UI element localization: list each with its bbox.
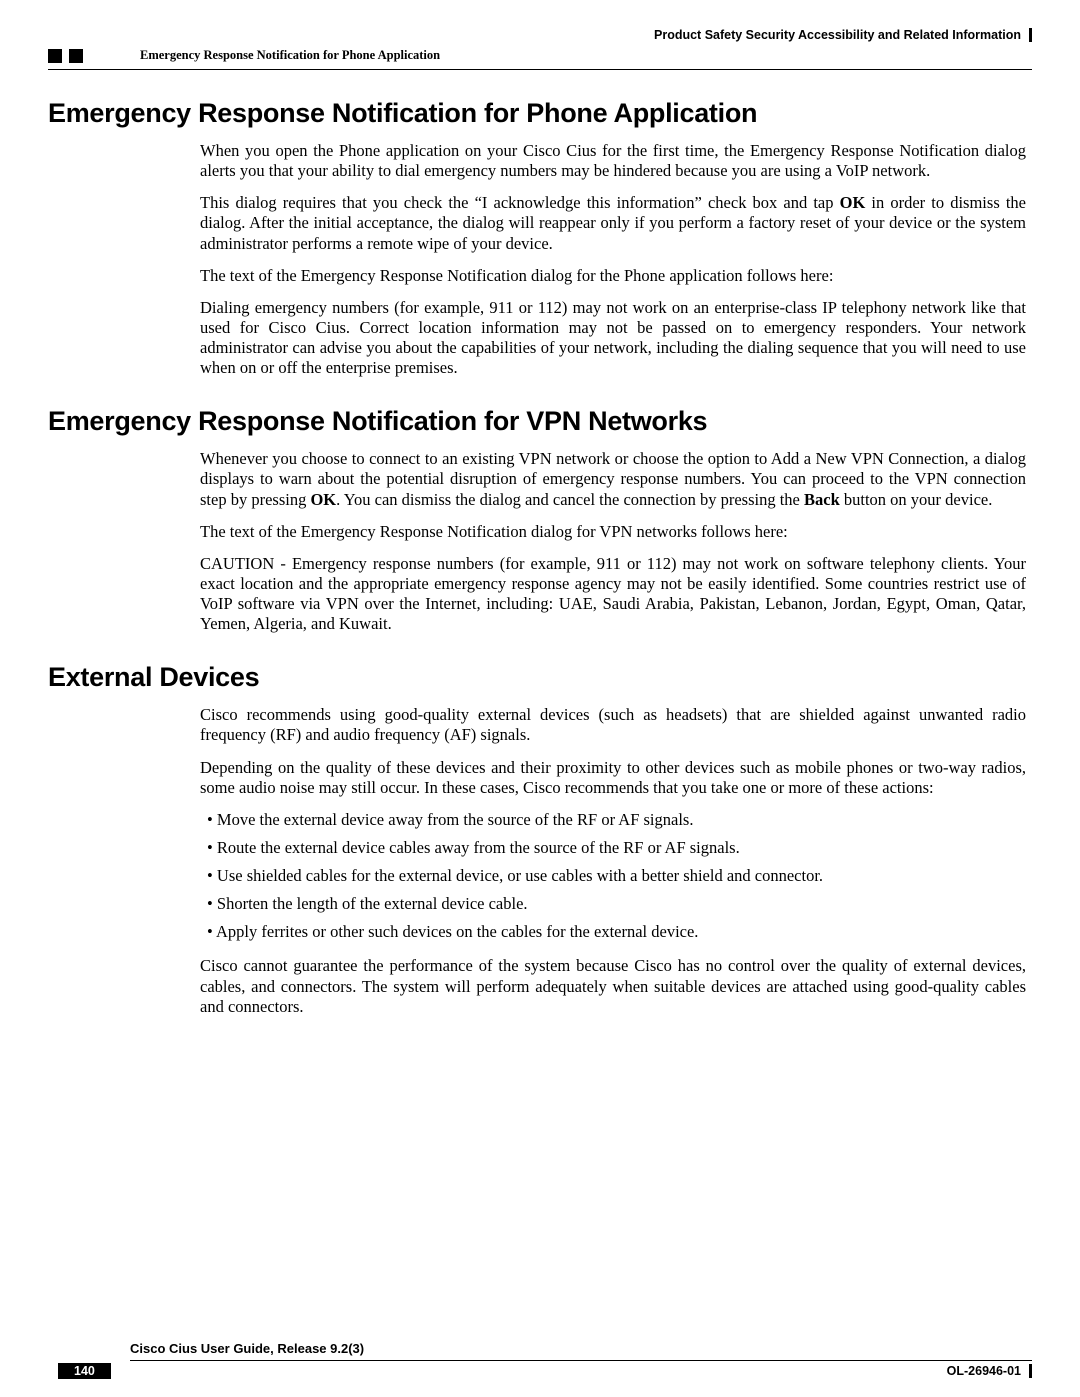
section-phone: Emergency Response Notification for Phon… bbox=[48, 98, 1032, 378]
header-section-title: Emergency Response Notification for Phon… bbox=[140, 48, 440, 63]
section-external-devices: External Devices Cisco recommends using … bbox=[48, 662, 1032, 1017]
body-vpn: Whenever you choose to connect to an exi… bbox=[200, 449, 1026, 634]
list-item: Shorten the length of the external devic… bbox=[218, 894, 1026, 914]
paragraph: Cisco recommends using good-quality exte… bbox=[200, 705, 1026, 745]
running-header: Product Safety Security Accessibility an… bbox=[48, 28, 1032, 42]
heading-phone: Emergency Response Notification for Phon… bbox=[48, 98, 1032, 129]
doc-id: OL-26946-01 bbox=[947, 1364, 1032, 1378]
list-item: Use shielded cables for the external dev… bbox=[218, 866, 1026, 886]
page-number: 140 bbox=[58, 1363, 111, 1379]
paragraph: Dialing emergency numbers (for example, … bbox=[200, 298, 1026, 379]
heading-external: External Devices bbox=[48, 662, 1032, 693]
list-item: Move the external device away from the s… bbox=[218, 810, 1026, 830]
black-square-icon bbox=[48, 49, 62, 63]
paragraph: Whenever you choose to connect to an exi… bbox=[200, 449, 1026, 509]
footer-guide-title: Cisco Cius User Guide, Release 9.2(3) bbox=[130, 1341, 364, 1356]
paragraph: CAUTION - Emergency response numbers (fo… bbox=[200, 554, 1026, 635]
paragraph: This dialog requires that you check the … bbox=[200, 193, 1026, 253]
list-item: Apply ferrites or other such devices on … bbox=[218, 922, 1026, 942]
body-phone: When you open the Phone application on y… bbox=[200, 141, 1026, 378]
bullet-list: Move the external device away from the s… bbox=[200, 810, 1026, 943]
paragraph: The text of the Emergency Response Notif… bbox=[200, 522, 1026, 542]
heading-vpn: Emergency Response Notification for VPN … bbox=[48, 406, 1032, 437]
paragraph: Depending on the quality of these device… bbox=[200, 758, 1026, 798]
section-vpn: Emergency Response Notification for VPN … bbox=[48, 406, 1032, 634]
page-footer: Cisco Cius User Guide, Release 9.2(3) 14… bbox=[48, 1340, 1032, 1379]
paragraph: Cisco cannot guarantee the performance o… bbox=[200, 956, 1026, 1016]
header-chapter-title: Product Safety Security Accessibility an… bbox=[535, 28, 1033, 42]
header-rule bbox=[48, 69, 1032, 70]
section-indicator: Emergency Response Notification for Phon… bbox=[48, 48, 1032, 63]
paragraph: When you open the Phone application on y… bbox=[200, 141, 1026, 181]
body-external: Cisco recommends using good-quality exte… bbox=[200, 705, 1026, 1017]
list-item: Route the external device cables away fr… bbox=[218, 838, 1026, 858]
black-square-icon bbox=[69, 49, 83, 63]
page: Product Safety Security Accessibility an… bbox=[0, 0, 1080, 1397]
paragraph: The text of the Emergency Response Notif… bbox=[200, 266, 1026, 286]
